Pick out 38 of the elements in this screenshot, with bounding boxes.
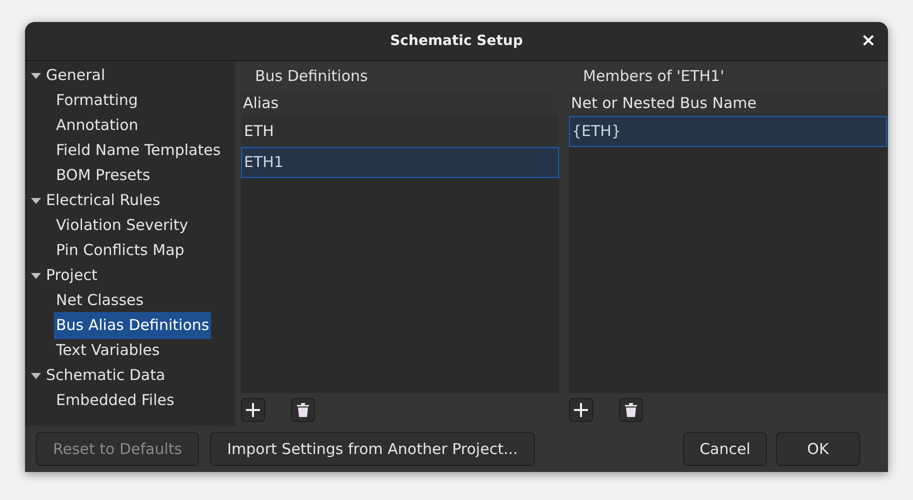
cancel-button[interactable]: Cancel: [683, 432, 767, 466]
sidebar-item[interactable]: Embedded Files: [54, 387, 176, 414]
sidebar-item[interactable]: Net Classes: [54, 287, 146, 314]
add-button[interactable]: [241, 398, 265, 422]
sidebar-section[interactable]: Electrical Rules: [46, 189, 160, 212]
list-row[interactable]: ETH: [241, 116, 559, 147]
sidebar-item[interactable]: Annotation: [54, 112, 140, 139]
sidebar-item[interactable]: BOM Presets: [54, 162, 152, 189]
delete-button[interactable]: [619, 398, 643, 422]
window-title: Schematic Setup: [390, 32, 523, 50]
add-button[interactable]: [569, 398, 593, 422]
column-header: Net or Nested Bus Name: [569, 91, 887, 116]
sidebar-item[interactable]: Formatting: [54, 87, 140, 114]
trash-icon: [297, 402, 309, 416]
panel-title: Members of 'ETH1': [582, 66, 726, 87]
panel-title: Bus Definitions: [254, 66, 369, 87]
expander-icon[interactable]: [31, 270, 41, 280]
plus-icon: [245, 402, 261, 418]
sidebar-item[interactable]: Pin Conflicts Map: [54, 237, 186, 264]
close-button[interactable]: ×: [860, 31, 876, 51]
list-row[interactable]: ETH1: [241, 147, 559, 178]
sidebar-item[interactable]: Field Name Templates: [54, 137, 223, 164]
trash-icon: [625, 402, 637, 416]
expander-icon[interactable]: [31, 70, 41, 80]
list-row[interactable]: {ETH}: [569, 116, 887, 147]
sidebar-item[interactable]: Violation Severity: [54, 212, 190, 239]
expander-icon[interactable]: [31, 196, 41, 206]
ok-button[interactable]: OK: [776, 432, 860, 466]
sidebar-item[interactable]: Bus Alias Definitions: [54, 312, 212, 339]
column-header: Alias: [241, 91, 559, 116]
import-button[interactable]: Import Settings from Another Project...: [210, 432, 535, 466]
delete-button[interactable]: [291, 398, 315, 422]
sidebar-section[interactable]: Schematic Data: [46, 364, 166, 387]
sidebar-section[interactable]: Project: [46, 264, 98, 287]
sidebar-item[interactable]: Text Variables: [54, 337, 162, 364]
plus-icon: [573, 402, 589, 418]
sidebar-section[interactable]: General: [46, 64, 106, 87]
expander-icon[interactable]: [31, 370, 41, 380]
